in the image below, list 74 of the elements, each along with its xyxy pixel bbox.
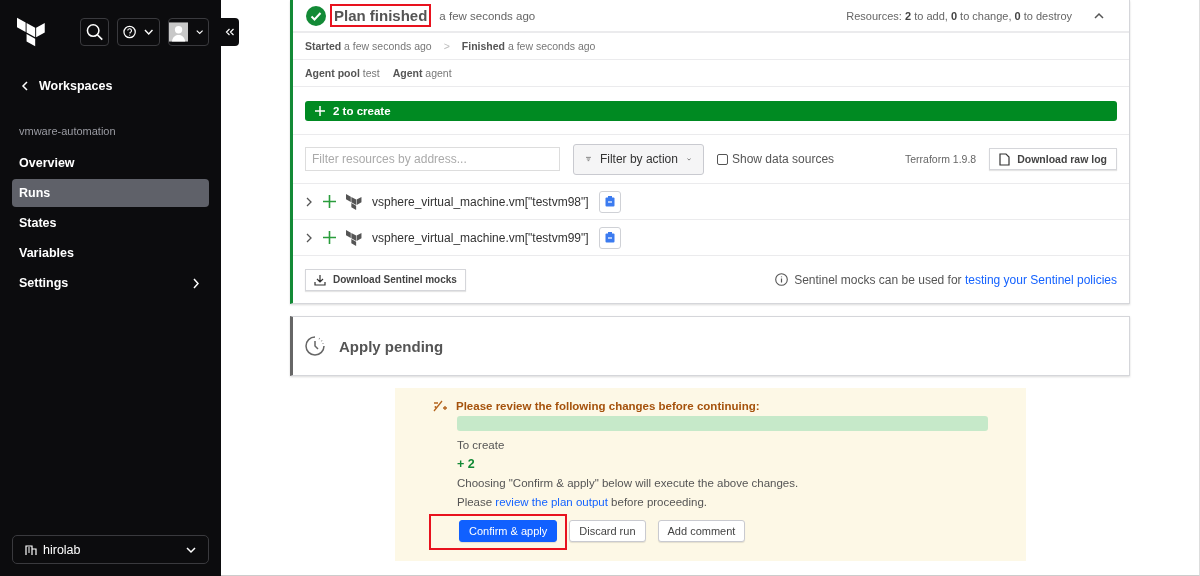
file-icon	[999, 152, 1011, 166]
plan-time: a few seconds ago	[439, 9, 536, 22]
search-button[interactable]	[79, 18, 109, 46]
sentinel-policies-link[interactable]: testing your Sentinel policies	[964, 272, 1117, 287]
copy-button[interactable]	[598, 190, 621, 213]
collapse-sidebar-button[interactable]	[221, 18, 239, 46]
agent-pool: Agent pool test	[305, 67, 380, 79]
create-count: + 2	[457, 456, 476, 473]
provider-logo-icon	[346, 229, 362, 246]
building-icon	[25, 543, 37, 556]
nav-item[interactable]: Runs	[12, 179, 209, 207]
logo-icon[interactable]	[17, 17, 46, 47]
action-button[interactable]: Add comment	[657, 520, 746, 542]
resource-row[interactable]: vsphere_virtual_machine.vm["testvm98"]	[293, 184, 1129, 220]
search-icon	[85, 23, 103, 41]
download-icon	[314, 273, 326, 286]
diff-icon	[433, 400, 447, 412]
filter-by-action-button[interactable]: Filter by action	[573, 143, 704, 175]
caret-icon	[186, 545, 196, 554]
show-data-sources-checkbox[interactable]: Show data sources	[717, 152, 835, 166]
review-instruction: Please review the plan output before proceeding.	[457, 495, 708, 510]
filter-icon	[586, 154, 591, 164]
help-menu-button[interactable]	[116, 18, 160, 46]
finished-time: Finished a few seconds ago	[461, 40, 596, 52]
review-plan-link[interactable]: review the plan output	[495, 496, 608, 508]
nav-item[interactable]: Overview	[12, 149, 209, 177]
agent: Agent agent	[392, 67, 452, 79]
plus-icon	[323, 195, 336, 208]
plan-title: Plan finished	[330, 4, 432, 27]
resource-row[interactable]: vsphere_virtual_machine.vm["testvm99"]	[293, 220, 1129, 256]
info-icon	[775, 273, 789, 286]
sentinel-note: Sentinel mocks can be used for testing your Sentinel policies	[794, 272, 1117, 287]
to-create-label: To create	[457, 438, 506, 453]
chevron-right-icon[interactable]	[305, 196, 313, 207]
workspace-name: vmware-automation	[19, 125, 117, 137]
confirm-button[interactable]: Confirm & apply	[459, 520, 558, 542]
plus-icon	[315, 105, 325, 116]
user-menu-button[interactable]	[167, 18, 209, 46]
clipboard-icon	[604, 232, 615, 243]
action-button[interactable]: Discard run	[569, 520, 646, 542]
success-check-icon	[306, 5, 326, 26]
plus-icon	[323, 231, 336, 244]
clock-icon	[305, 336, 325, 356]
collapse-caret-icon[interactable]	[1094, 12, 1104, 19]
terraform-version: Terraform 1.9.8	[904, 153, 977, 165]
download-sentinel-mocks-button[interactable]: Download Sentinel mocks	[305, 268, 466, 291]
create-summary-bar[interactable]: 2 to create	[305, 100, 1117, 121]
caret-icon	[686, 155, 691, 163]
arrow-separator: >	[443, 40, 450, 52]
resource-address: vsphere_virtual_machine.vm["testvm99"]	[372, 230, 589, 245]
nav-item[interactable]: Variables	[12, 239, 209, 267]
back-link[interactable]: Workspaces	[21, 78, 209, 94]
avatar-icon	[168, 19, 188, 45]
chevron-right-icon	[192, 277, 200, 289]
help-icon	[122, 25, 137, 39]
chevron-left-icon	[21, 81, 29, 91]
copy-button[interactable]	[598, 226, 621, 249]
provider-logo-icon	[346, 193, 362, 210]
caret-icon	[195, 28, 203, 36]
download-raw-log-button[interactable]: Download raw log	[989, 148, 1117, 170]
apply-title: Apply pending	[339, 337, 444, 355]
review-sentence: Choosing "Confirm & apply" below will execute the above changes.	[457, 476, 800, 491]
resource-address: vsphere_virtual_machine.vm["testvm98"]	[372, 194, 589, 209]
filter-field[interactable]: Filter resources by address...	[305, 147, 560, 171]
clipboard-icon	[604, 196, 615, 207]
started-time: Started a few seconds ago	[305, 40, 432, 52]
caret-icon	[144, 28, 154, 36]
resources-summary: Resources: 2 to add, 0 to change, 0 to destroy	[846, 9, 1072, 22]
double-chevron-left-icon	[225, 28, 235, 36]
organization-switcher[interactable]: hirolab	[12, 535, 209, 564]
nav-item[interactable]: States	[12, 209, 209, 237]
review-heading: Please review the following changes before continuing:	[456, 400, 760, 412]
nav-item[interactable]: Settings	[12, 269, 209, 297]
chevron-right-icon[interactable]	[305, 232, 313, 243]
